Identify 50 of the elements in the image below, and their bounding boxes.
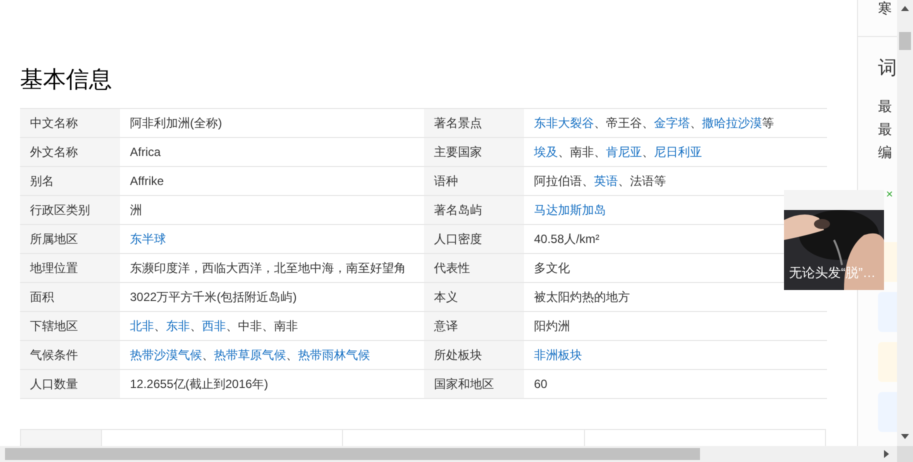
table-cell: 东半球	[120, 225, 424, 254]
sidebar-heading: 词	[878, 58, 897, 79]
row-label: 著名景点	[424, 109, 524, 138]
table-cell: 阿非利加洲(全称)	[120, 109, 424, 138]
table-cell: 东濒印度洋，西临大西洋，北至地中海，南至好望角	[120, 254, 424, 283]
row-label: 人口密度	[424, 225, 524, 254]
row-label: 所属地区	[20, 225, 120, 254]
table-cell: Affrike	[120, 167, 424, 196]
table-cell: 洲	[120, 196, 424, 225]
sidebar-text: 最	[878, 121, 892, 137]
row-label: 语种	[424, 167, 524, 196]
table-cell: 热带沙漠气候、热带草原气候、热带雨林气候	[120, 341, 424, 370]
horizontal-scrollbar[interactable]	[0, 446, 897, 462]
row-label: 国家和地区	[424, 370, 524, 399]
table-cell: 3022万平方千米(包括附近岛屿)	[120, 283, 424, 312]
scroll-down-icon[interactable]	[901, 434, 909, 439]
vertical-scrollbar[interactable]	[897, 0, 913, 446]
table-cell: 东非大裂谷、帝王谷、金字塔、撒哈拉沙漠等	[524, 109, 827, 138]
ad-banner[interactable]: 无论头发“脱”…	[784, 190, 884, 290]
section-title: 基本信息	[20, 65, 113, 94]
table-cell: Africa	[120, 138, 424, 167]
row-label: 著名岛屿	[424, 196, 524, 225]
row-label: 意译	[424, 312, 524, 341]
row-label: 地理位置	[20, 254, 120, 283]
row-label: 别名	[20, 167, 120, 196]
row-label: 下辖地区	[20, 312, 120, 341]
scrollbar-thumb[interactable]	[899, 32, 911, 50]
scroll-up-icon[interactable]	[901, 6, 909, 11]
scrollbar-corner	[897, 446, 913, 462]
row-label: 主要国家	[424, 138, 524, 167]
table-cell: 北非、东非、西非、中非、南非	[120, 312, 424, 341]
table-cell: 60	[524, 370, 827, 399]
sidebar-text: 最	[878, 98, 892, 114]
table-cell: 埃及、南非、肯尼亚、尼日利亚	[524, 138, 827, 167]
row-label: 本义	[424, 283, 524, 312]
row-label: 人口数量	[20, 370, 120, 399]
row-label: 气候条件	[20, 341, 120, 370]
row-label: 所处板块	[424, 341, 524, 370]
scrollbar-thumb[interactable]	[5, 448, 700, 460]
table-cell: 12.2655亿(截止到2016年)	[120, 370, 424, 399]
row-label: 代表性	[424, 254, 524, 283]
scroll-right-icon[interactable]	[884, 450, 889, 458]
row-label: 中文名称	[20, 109, 120, 138]
row-label: 行政区类别	[20, 196, 120, 225]
row-label: 面积	[20, 283, 120, 312]
row-label: 外文名称	[20, 138, 120, 167]
sidebar-text: 编	[878, 144, 892, 160]
table-cell: 非洲板块	[524, 341, 827, 370]
table-cell: 阳灼洲	[524, 312, 827, 341]
sidebar-text: 寒	[878, 0, 892, 16]
